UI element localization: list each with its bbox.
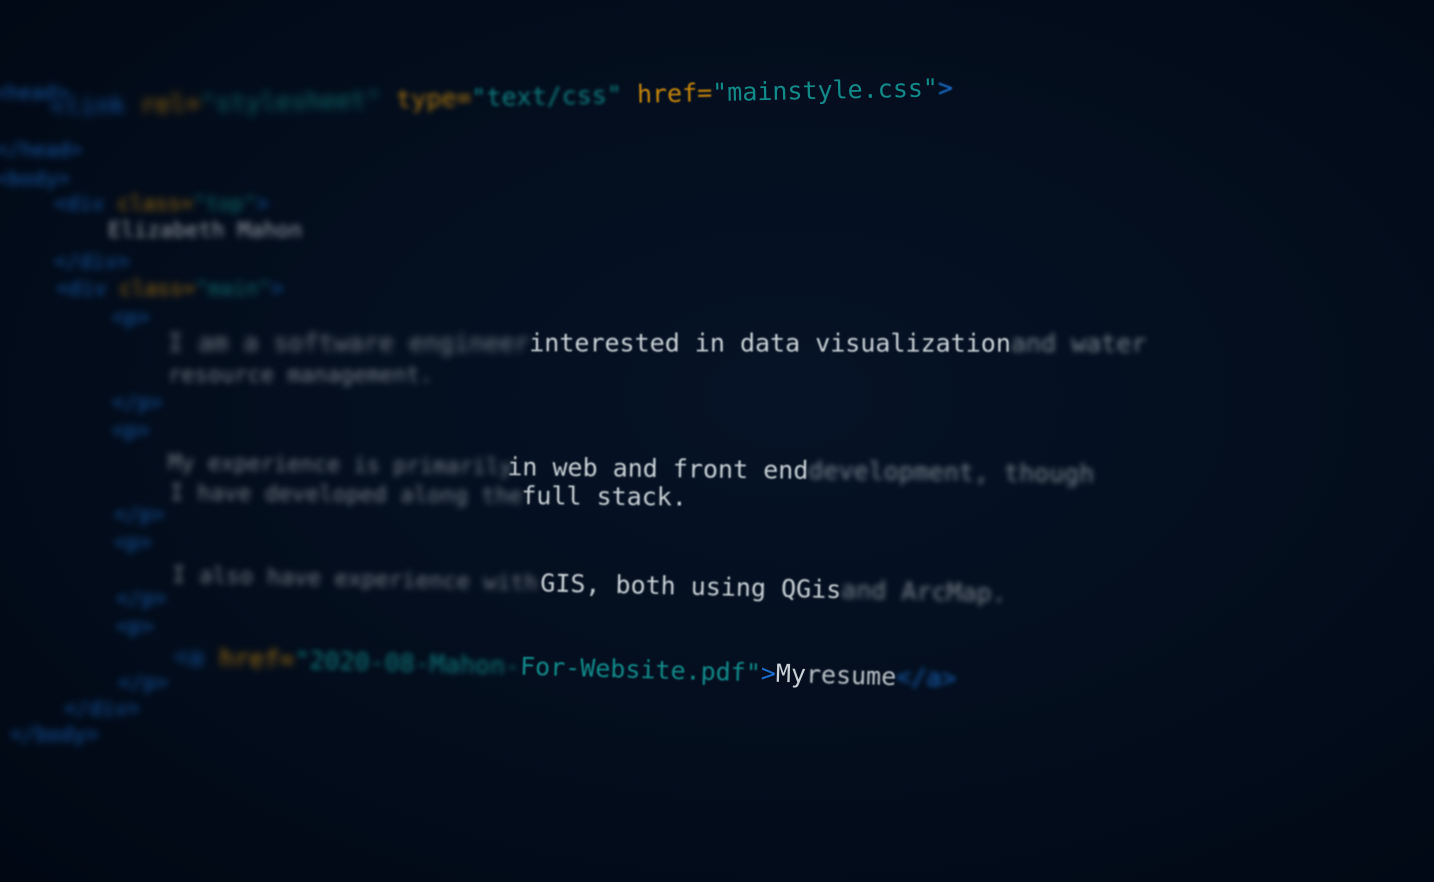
code-line-resume-link: <a href="2020-08-Mahon-For-Website.pdf">… — [174, 642, 957, 694]
code-line-body-open: <body> — [0, 167, 70, 192]
code-token-tag: </head> — [0, 137, 83, 162]
code-line-div-top-close: </div> — [54, 249, 130, 274]
code-token-text: My experience is primarily — [167, 449, 513, 480]
code-token-text: interested in data visualization — [529, 328, 1011, 358]
code-line-p3-close: </p> — [116, 586, 167, 611]
code-token-tag: > — [937, 73, 954, 103]
code-token-attribute: class= — [119, 276, 196, 301]
code-token-tag: > — [760, 658, 777, 688]
code-token-text: I am a software engineer — [167, 328, 530, 358]
code-line-p1-open: <p> — [112, 305, 150, 330]
code-token-text: resource management. — [168, 361, 433, 388]
code-token-text: resume — [805, 659, 897, 692]
code-token-attribute: href= — [636, 78, 713, 109]
code-token-string: "top" — [193, 191, 257, 216]
code-token-tag: </div> — [54, 249, 130, 274]
code-token-text: I also have experience with — [171, 561, 538, 596]
code-token-attribute: type= — [395, 83, 472, 114]
code-token-tag: > — [270, 276, 284, 301]
code-token-tag: <p> — [116, 614, 154, 639]
code-token-tag: </a> — [895, 662, 957, 693]
code-line-name: Elizabeth Mahon — [108, 217, 302, 243]
code-line-p3-open: <p> — [114, 530, 152, 555]
code-token-string: For-Website.pdf" — [519, 651, 762, 688]
code-token-attribute: rel= — [139, 88, 201, 120]
code-token-text: I have developed along the — [169, 479, 523, 509]
code-token-text: full stack. — [521, 481, 688, 512]
code-token-tag: <div — [54, 191, 105, 216]
code-token-string: "mainstyle.css" — [711, 73, 939, 108]
code-line-div-top-open: <div class="top"> — [54, 191, 269, 216]
code-token-tag: <body> — [0, 166, 71, 191]
code-token-text: Elizabeth Mahon — [108, 217, 303, 243]
code-line-head-close: </head> — [0, 138, 82, 163]
code-line-p1-close: </p> — [112, 390, 163, 415]
code-token-text: GIS, both using QGis — [539, 568, 842, 605]
code-token-tag: </p> — [112, 390, 163, 415]
code-token-text: My — [775, 658, 807, 689]
code-token-tag: <div — [56, 276, 107, 301]
code-token-tag: <p> — [114, 530, 152, 555]
code-line-p2-open: <p> — [112, 418, 150, 443]
code-token-attribute: class= — [117, 191, 194, 216]
code-line-p2-close: </p> — [114, 502, 165, 527]
code-token-tag: </p> — [114, 502, 165, 527]
code-token-tag: <p> — [112, 305, 150, 330]
code-line-body-close: </body> — [10, 722, 99, 747]
code-line-p4-close: </p> — [118, 670, 169, 695]
code-token-text: and water — [1010, 328, 1147, 358]
code-editor-background: <head> <link rel="stylesheet" type="text… — [0, 0, 1434, 882]
code-line-p1-text: I am a software engineer interested in d… — [168, 328, 1146, 359]
code-token-tag: > — [256, 191, 269, 216]
code-token-attribute: href= — [218, 643, 295, 675]
code-line-link: <link rel="stylesheet" type="text/css" h… — [50, 73, 954, 122]
code-line-div-main-open: <div class="main"> — [56, 276, 284, 301]
code-line-p2-text-2: I have developed along the full stack. — [170, 478, 687, 513]
code-line-p3-text: I also have experience with GIS, both us… — [172, 560, 1007, 609]
code-token-tag: </body> — [10, 722, 99, 747]
code-token-tag: </p> — [118, 670, 169, 695]
code-token-string: "text/css" — [471, 80, 623, 113]
code-token-string: "main" — [195, 276, 271, 301]
code-token-text: development, though — [808, 455, 1095, 489]
code-line-p1-text-2: resource management. — [168, 362, 433, 388]
code-token-text: and ArcMap. — [840, 575, 1008, 608]
code-token-string: "stylesheet" — [200, 85, 382, 118]
code-token-tag: </p> — [116, 586, 167, 611]
code-token-tag: <a — [173, 642, 205, 672]
code-token-tag: </div> — [64, 696, 140, 721]
code-token-string: "2020-08-Mahon- — [293, 645, 521, 681]
code-token-tag: <p> — [112, 418, 150, 443]
code-token-tag: <link — [49, 90, 126, 121]
code-line-p4-open: <p> — [116, 614, 154, 639]
code-line-div-main-close: </div> — [64, 696, 140, 721]
